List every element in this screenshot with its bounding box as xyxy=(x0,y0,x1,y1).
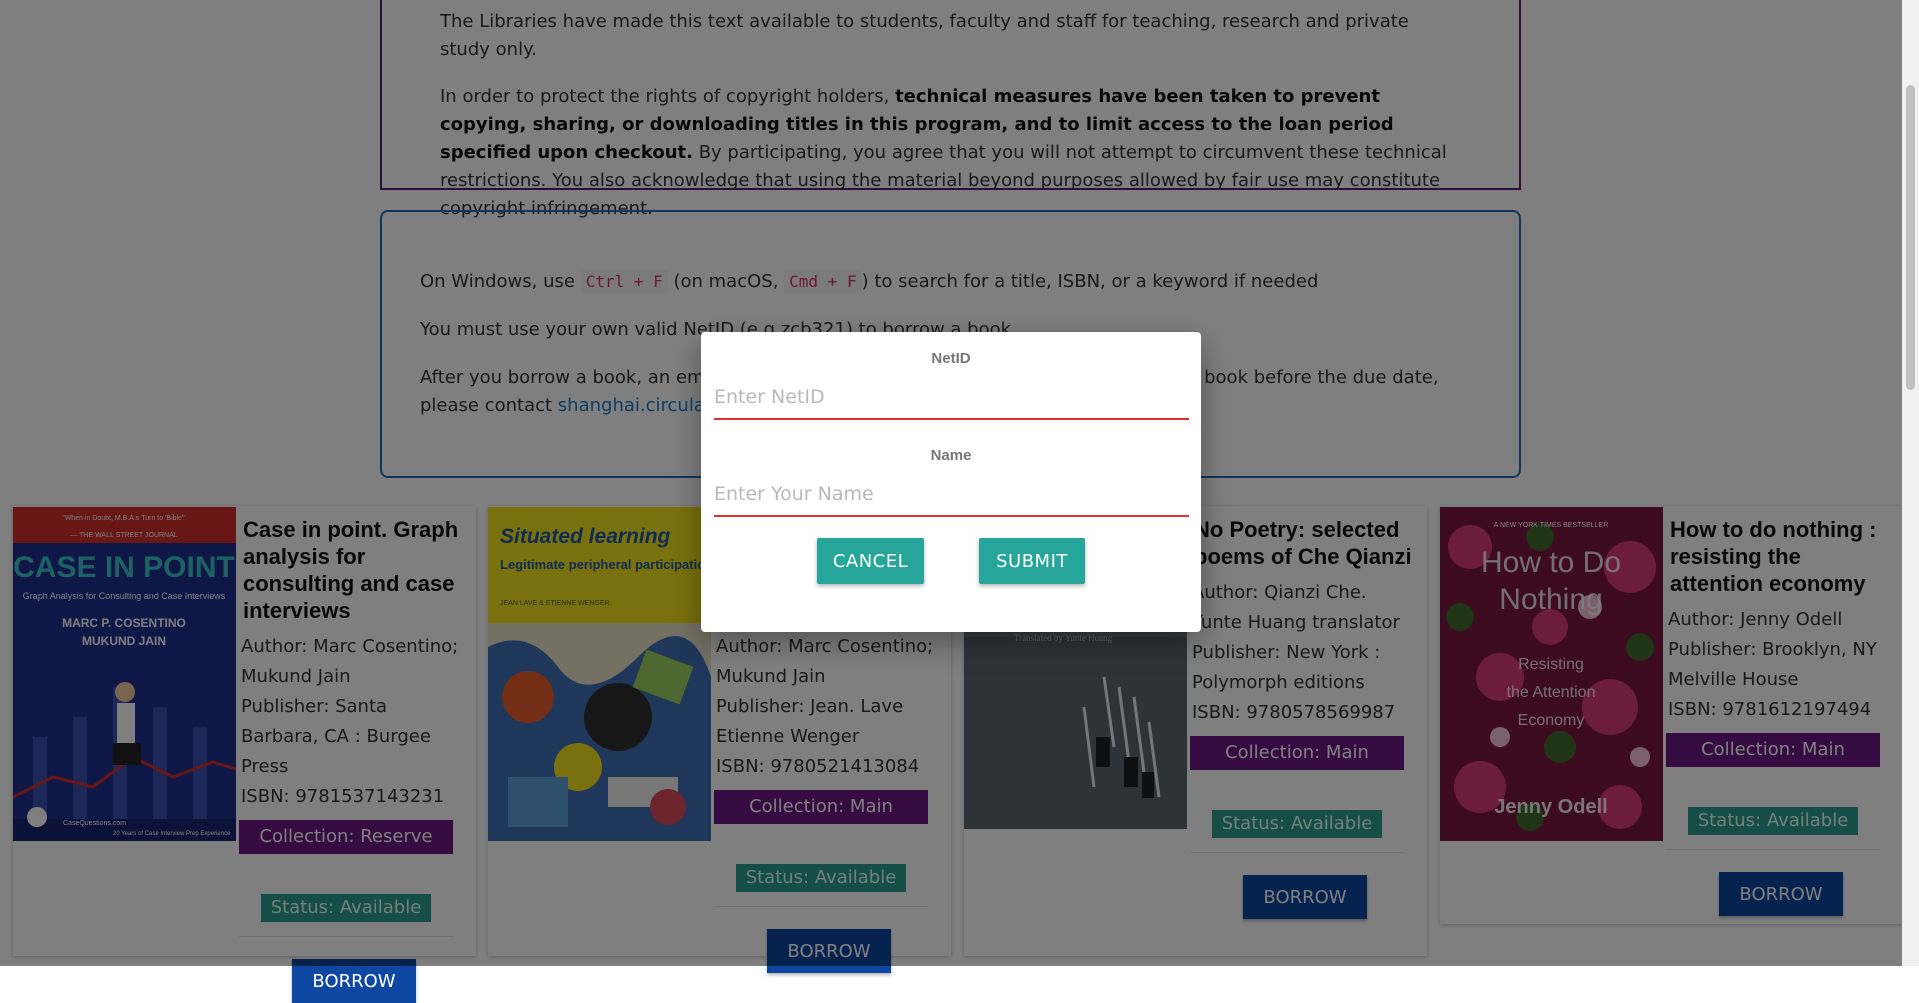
netid-label: NetID xyxy=(931,350,971,367)
page-scrollbar[interactable] xyxy=(1902,0,1919,966)
cancel-button[interactable]: CANCEL xyxy=(817,538,924,584)
name-label: Name xyxy=(930,447,972,464)
scrollbar-thumb[interactable] xyxy=(1906,85,1915,390)
name-input[interactable] xyxy=(714,473,1189,517)
netid-input[interactable] xyxy=(714,376,1189,420)
submit-button[interactable]: SUBMIT xyxy=(979,538,1085,584)
borrow-dialog: NetID Name CANCEL SUBMIT xyxy=(701,332,1201,632)
